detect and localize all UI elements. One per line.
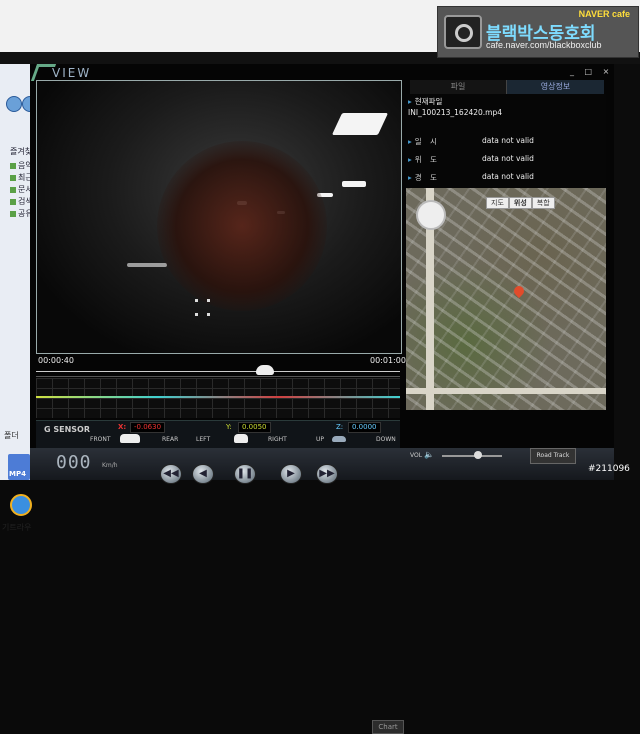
bullet-arrow-icon: ▸ [408, 97, 412, 106]
speedometer-value: 000 [56, 452, 92, 473]
blackbox-player-window: VIEW 00:00:40 00:01:00 Chart G SENSOR X:… [30, 64, 614, 734]
monitor-right-bezel [614, 64, 640, 480]
window-controls[interactable]: _ □ × [570, 67, 613, 76]
seek-bar[interactable] [36, 365, 400, 377]
info-row-datetime: ▸ 일 시 [408, 137, 440, 146]
desktop-icon-label: 기트라우 [2, 523, 32, 532]
longitude-value: data not valid [482, 172, 534, 181]
pause-icon: ❚❚ [236, 468, 254, 479]
skip-back-icon: ◀◀ [163, 468, 179, 479]
bullet-arrow-icon: ▸ [408, 137, 412, 146]
crosshair-dot [195, 299, 198, 302]
rewind-button[interactable]: ◀ [192, 464, 214, 484]
gsensor-label: G SENSOR [44, 425, 90, 434]
car-rear-icon [234, 434, 248, 443]
watermark-naver-label: NAVER cafe [578, 9, 630, 19]
datetime-value: data not valid [482, 136, 534, 145]
map-road [406, 388, 606, 394]
seek-car-handle[interactable] [256, 365, 275, 375]
z-axis-value: 0.0000 [348, 422, 381, 433]
speed-unit: Km/h [102, 462, 118, 469]
back-nav-icon[interactable] [6, 96, 22, 112]
image-id-label: #211096 [588, 464, 630, 474]
gsensor-graph-line [36, 396, 400, 398]
previous-button[interactable]: ◀◀ [160, 464, 182, 484]
map-tab-map[interactable]: 지도 [486, 197, 509, 209]
pause-button[interactable]: ❚❚ [234, 464, 256, 484]
video-info-panel: ▸ 현재파일 INI_100213_162420.mp4 ▸ 일 시 data no… [406, 94, 606, 188]
elapsed-time: 00:00:40 [38, 356, 74, 365]
total-time: 00:01:00 [370, 356, 406, 365]
app-logo-text: VIEW [52, 66, 92, 80]
document-icon [10, 186, 16, 193]
search-icon [10, 198, 16, 205]
volume-track[interactable] [442, 455, 502, 457]
map-type-tabs: 지도 위성 복합 [486, 190, 555, 209]
tab-file[interactable]: 파일 [410, 80, 507, 94]
seek-track [36, 371, 400, 372]
forward-icon: ▶ [287, 468, 295, 479]
car-side-icon [120, 434, 140, 443]
left-label: LEFT [196, 436, 211, 443]
bullet-arrow-icon: ▸ [408, 173, 412, 182]
chart-button[interactable]: Chart [372, 720, 404, 734]
windshield-reflection [157, 141, 327, 311]
crosshair-dot [207, 299, 210, 302]
road-track-button[interactable]: Road Track [530, 448, 576, 464]
ceiling-light [342, 181, 366, 187]
skip-forward-icon: ▶▶ [319, 468, 335, 479]
watermark-badge: NAVER cafe 블랙박스동호회 cafe.naver.com/blackb… [437, 6, 639, 58]
browser-icon[interactable] [10, 494, 32, 516]
mp4-file-icon[interactable]: MP4 [8, 454, 30, 480]
recent-icon [10, 174, 16, 181]
y-axis-label: Y: [226, 423, 232, 431]
music-icon [10, 162, 16, 169]
watermark-url: cafe.naver.com/blackboxclub [486, 40, 602, 50]
map-tab-satellite[interactable]: 위성 [508, 197, 532, 209]
current-file-name: INI_100213_162420.mp4 [408, 108, 503, 117]
video-viewport[interactable] [36, 80, 402, 354]
ceiling-light [331, 113, 389, 135]
down-label: DOWN [376, 436, 396, 443]
satellite-map[interactable]: 지도 위성 복합 [406, 188, 606, 410]
updown-icon [332, 436, 346, 442]
right-label: RIGHT [268, 436, 287, 443]
x-axis-label: X: [118, 423, 127, 431]
y-axis-value: 0.0050 [238, 422, 271, 433]
volume-knob[interactable] [474, 451, 482, 459]
info-row-longitude: ▸ 경 도 [408, 173, 440, 182]
crosshair-dot [207, 313, 210, 316]
next-button[interactable]: ▶▶ [316, 464, 338, 484]
info-tab-bar: 파일 영상정보 [410, 80, 604, 95]
rewind-icon: ◀ [199, 468, 207, 479]
camera-icon [444, 15, 482, 49]
volume-label: VOL [410, 452, 423, 459]
gsensor-panel: G SENSOR X: -0.0630 FRONT REAR Y: 0.0050… [36, 420, 400, 449]
info-row-latitude: ▸ 위 도 [408, 155, 440, 164]
tab-video-info[interactable]: 영상정보 [507, 80, 604, 94]
rear-label: REAR [162, 436, 179, 443]
forward-button[interactable]: ▶ [280, 464, 302, 484]
front-label: FRONT [90, 436, 111, 443]
latitude-value: data not valid [482, 154, 534, 163]
map-tab-hybrid[interactable]: 복합 [531, 197, 555, 209]
current-file-label: ▸ 현재파일 [408, 97, 443, 106]
bullet-arrow-icon: ▸ [408, 155, 412, 164]
crosshair-dot [195, 313, 198, 316]
floor-reflection [127, 263, 167, 267]
folder-label: 폴더 [4, 431, 19, 440]
share-icon [10, 210, 16, 217]
up-label: UP [316, 436, 325, 443]
location-pin-icon [511, 283, 527, 299]
playback-controls: 000 Km/h ◀◀ ◀ ❚❚ ▶ ▶▶ VOL 🔈 Road Track [30, 448, 614, 484]
speaker-icon: 🔈 [424, 450, 434, 459]
map-landmark [416, 200, 446, 230]
z-axis-label: Z: [336, 423, 344, 431]
gsensor-graph: Chart [36, 378, 404, 734]
x-axis-value: -0.0630 [130, 422, 166, 433]
